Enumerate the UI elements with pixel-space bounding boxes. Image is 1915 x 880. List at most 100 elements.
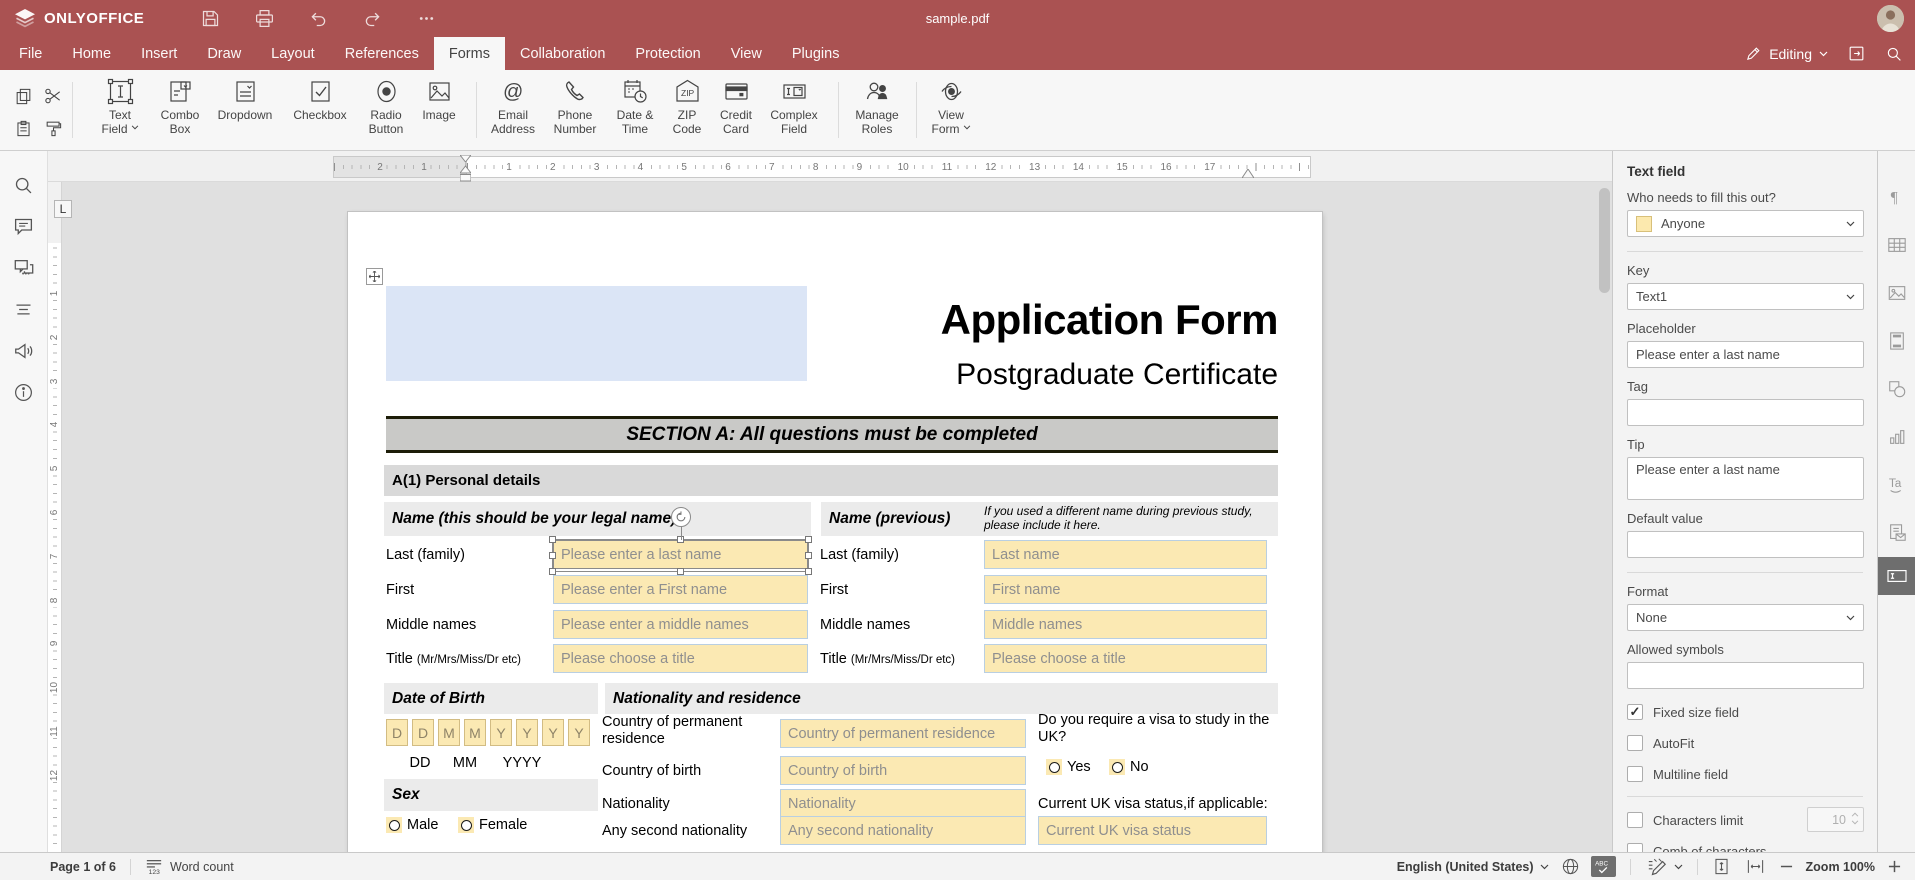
- combo-box-tool[interactable]: Combo Box: [152, 78, 208, 136]
- set-language-icon[interactable]: [1561, 857, 1580, 876]
- more-icon[interactable]: [416, 8, 437, 29]
- headings-icon[interactable]: [13, 299, 34, 320]
- placeholder-input[interactable]: Please enter a last name: [1627, 341, 1864, 368]
- country-permanent-residence-field[interactable]: Country of permanent residence: [780, 719, 1026, 748]
- multiline-checkbox[interactable]: ✓Multiline field: [1627, 766, 1864, 782]
- save-icon[interactable]: [200, 8, 221, 29]
- dob-box[interactable]: Y: [542, 719, 564, 746]
- dob-box[interactable]: Y: [516, 719, 538, 746]
- user-avatar[interactable]: [1877, 5, 1904, 32]
- dob-box[interactable]: D: [386, 719, 408, 746]
- right-indent-marker[interactable]: [1242, 169, 1254, 178]
- dob-box[interactable]: D: [412, 719, 434, 746]
- visa-status-field[interactable]: Current UK visa status: [1038, 816, 1267, 845]
- credit-card-tool[interactable]: Credit Card: [710, 78, 762, 136]
- tab-home[interactable]: Home: [57, 37, 126, 70]
- view-form-tool[interactable]: View Form: [922, 78, 980, 136]
- tab-plugins[interactable]: Plugins: [777, 37, 855, 70]
- redo-icon[interactable]: [362, 8, 383, 29]
- copy-icon[interactable]: [10, 82, 36, 110]
- phone-number-tool[interactable]: Phone Number: [544, 78, 606, 136]
- dob-box[interactable]: M: [464, 719, 486, 746]
- zoom-out-button[interactable]: [1780, 860, 1793, 873]
- editing-mode-selector[interactable]: Editing: [1745, 45, 1828, 62]
- zoom-in-button[interactable]: [1888, 860, 1901, 873]
- vertical-scrollbar[interactable]: [1599, 185, 1610, 848]
- text-field-tool[interactable]: Text Field: [88, 78, 152, 136]
- visa-no-radio[interactable]: No: [1109, 759, 1149, 775]
- autofit-checkbox[interactable]: ✓AutoFit: [1627, 735, 1864, 751]
- hruler-margin[interactable]: 21: [333, 156, 466, 178]
- checkbox-tool[interactable]: Checkbox: [282, 78, 358, 123]
- fit-width-icon[interactable]: [1746, 857, 1765, 876]
- default-value-input[interactable]: [1627, 531, 1864, 558]
- tab-protection[interactable]: Protection: [620, 37, 715, 70]
- title-field[interactable]: Please choose a title: [553, 644, 808, 673]
- tab-file[interactable]: File: [4, 37, 57, 70]
- characters-limit-stepper[interactable]: 10: [1807, 807, 1864, 832]
- table-settings-icon[interactable]: [1878, 221, 1915, 269]
- dropdown-tool[interactable]: Dropdown: [208, 78, 282, 123]
- tip-input[interactable]: Please enter a last name: [1627, 457, 1864, 500]
- sex-female-radio[interactable]: Female: [458, 817, 527, 833]
- image-settings-icon[interactable]: [1878, 269, 1915, 317]
- language-selector[interactable]: English (United States): [1397, 860, 1549, 874]
- email-address-tool[interactable]: @ Email Address: [482, 78, 544, 136]
- manage-roles-tool[interactable]: Manage Roles: [846, 78, 908, 136]
- tab-collaboration[interactable]: Collaboration: [505, 37, 620, 70]
- cut-icon[interactable]: [40, 82, 66, 110]
- tab-view[interactable]: View: [716, 37, 777, 70]
- copy-style-icon[interactable]: [40, 114, 66, 142]
- paste-icon[interactable]: [10, 114, 36, 142]
- feedback-icon[interactable]: [13, 340, 35, 362]
- track-changes-icon[interactable]: [1645, 857, 1683, 877]
- form-settings-icon[interactable]: [1878, 557, 1915, 595]
- shape-settings-icon[interactable]: [1878, 365, 1915, 413]
- hruler-white[interactable]: 1234567891011121314151617: [466, 156, 1311, 178]
- tab-insert[interactable]: Insert: [126, 37, 192, 70]
- tab-selector[interactable]: L: [54, 200, 72, 218]
- move-handle-icon[interactable]: [366, 268, 383, 285]
- any-second-nationality-field[interactable]: Any second nationality: [780, 816, 1026, 845]
- first-name-previous-field[interactable]: First name: [984, 575, 1267, 604]
- undo-icon[interactable]: [308, 8, 329, 29]
- indent-marker[interactable]: [460, 155, 471, 182]
- last-name-previous-field[interactable]: Last name: [984, 540, 1267, 569]
- dob-box[interactable]: Y: [490, 719, 512, 746]
- zip-code-tool[interactable]: ZIP ZIP Code: [664, 78, 710, 136]
- print-icon[interactable]: [254, 8, 275, 29]
- format-select[interactable]: None: [1627, 604, 1864, 631]
- mail-merge-icon[interactable]: [1878, 509, 1915, 557]
- dob-box[interactable]: Y: [568, 719, 590, 746]
- tab-forms[interactable]: Forms: [434, 37, 505, 70]
- first-name-field[interactable]: Please enter a First name: [553, 575, 808, 604]
- logo-placeholder[interactable]: [386, 286, 807, 381]
- search-icon[interactable]: [13, 175, 34, 196]
- visa-yes-radio[interactable]: Yes: [1046, 759, 1091, 775]
- page-indicator[interactable]: Page 1 of 6: [50, 860, 116, 874]
- comments-icon[interactable]: [13, 216, 34, 237]
- sex-male-radio[interactable]: Male: [386, 817, 438, 833]
- tab-draw[interactable]: Draw: [192, 37, 256, 70]
- country-of-birth-field[interactable]: Country of birth: [780, 756, 1026, 785]
- last-name-field[interactable]: Please enter a last name: [553, 540, 808, 569]
- tab-layout[interactable]: Layout: [256, 37, 330, 70]
- fit-page-icon[interactable]: [1712, 857, 1731, 876]
- open-file-location-icon[interactable]: [1847, 44, 1866, 63]
- chat-icon[interactable]: [13, 257, 35, 279]
- image-tool[interactable]: Image: [414, 78, 464, 123]
- radio-button-tool[interactable]: Radio Button: [358, 78, 414, 136]
- word-count-button[interactable]: 123 Word count: [145, 858, 234, 875]
- paragraph-settings-icon[interactable]: ¶: [1878, 173, 1915, 221]
- middle-names-previous-field[interactable]: Middle names: [984, 610, 1267, 639]
- tab-references[interactable]: References: [330, 37, 434, 70]
- vruler[interactable]: 123456789101112: [48, 182, 62, 852]
- tag-input[interactable]: [1627, 399, 1864, 426]
- title-previous-field[interactable]: Please choose a title: [984, 644, 1267, 673]
- about-icon[interactable]: [13, 382, 34, 403]
- nationality-field[interactable]: Nationality: [780, 789, 1026, 818]
- dob-box[interactable]: M: [438, 719, 460, 746]
- complex-field-tool[interactable]: Complex Field: [762, 78, 826, 136]
- date-time-tool[interactable]: Date & Time: [606, 78, 664, 136]
- characters-limit-checkbox[interactable]: ✓Characters limit 10: [1627, 812, 1864, 828]
